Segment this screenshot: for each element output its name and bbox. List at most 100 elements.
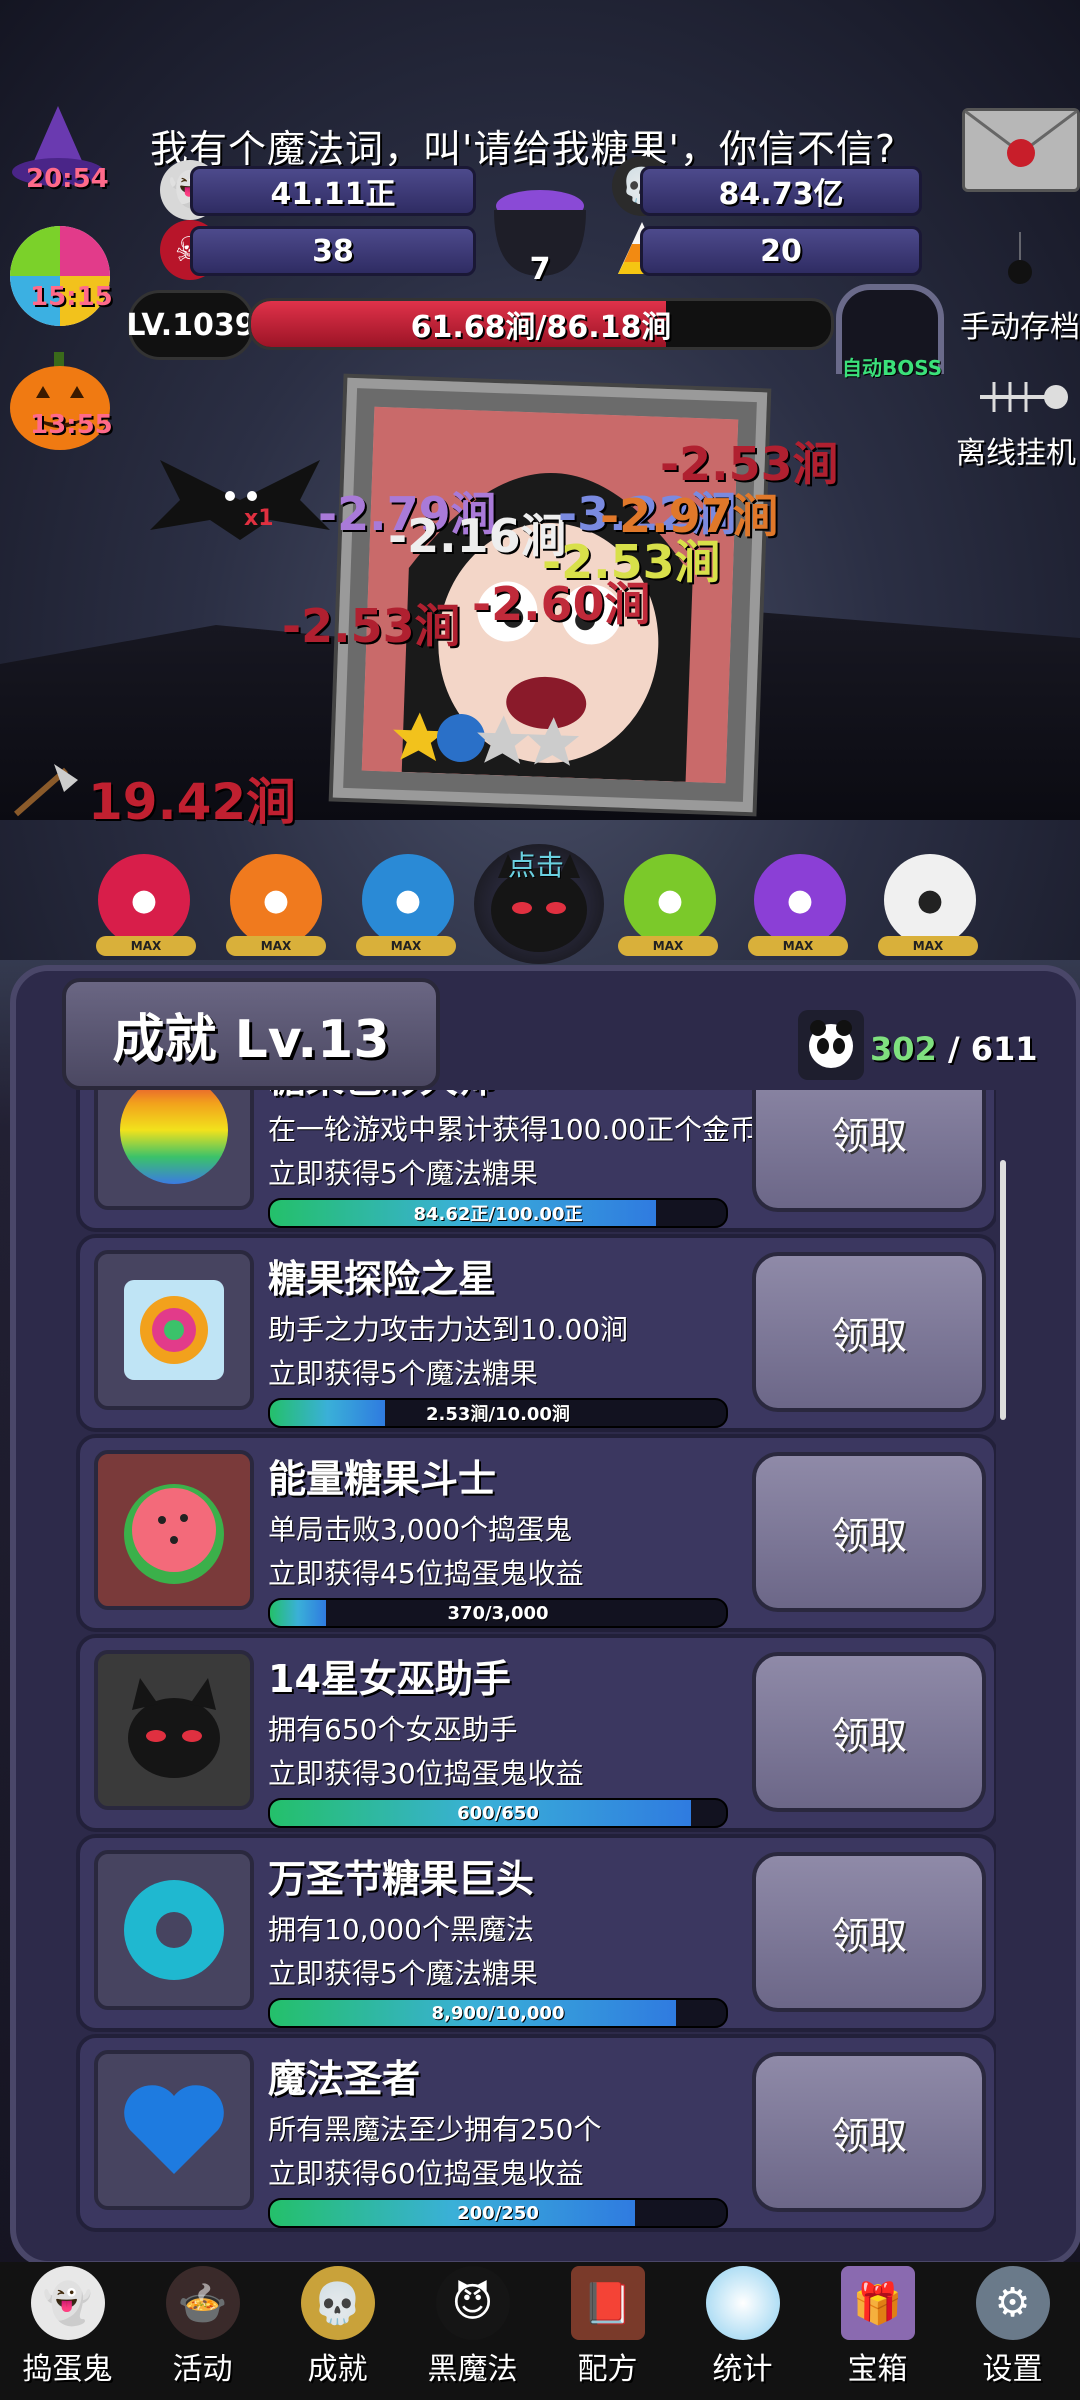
- achievement-reward: 立即获得5个魔法糖果: [268, 1957, 538, 1990]
- nav-item-black-magic[interactable]: 😈 黑魔法: [405, 2262, 540, 2400]
- claim-button[interactable]: 领取: [752, 2052, 986, 2212]
- achievement-card: 14星女巫助手 拥有650个女巫助手 立即获得30位捣蛋鬼收益 600/650 …: [76, 1634, 996, 1832]
- achievement-progress-text: 84.62正/100.00正: [413, 1204, 583, 1225]
- achievement-card: 万圣节糖果巨头 拥有10,000个黑魔法 立即获得5个魔法糖果 8,900/10…: [76, 1834, 996, 2032]
- achievement-panel-title: 成就 Lv.13: [62, 978, 440, 1090]
- achievement-list[interactable]: 糖果色彩大师 在一轮游戏中累计获得100.00正个金币 立即获得5个魔法糖果 8…: [76, 1090, 996, 2238]
- claim-button[interactable]: 领取: [752, 1852, 986, 2012]
- achievement-progress-text: 2.53涧/10.00涧: [426, 1404, 570, 1425]
- achievement-progress-bar: 8,900/10,000: [268, 1998, 728, 2028]
- big-damage-number: 19.42涧: [88, 773, 297, 831]
- achievement-reward: 立即获得45位捣蛋鬼收益: [268, 1557, 584, 1590]
- achievements-separator: /: [947, 1030, 960, 1068]
- bat-helper[interactable]: x1: [140, 440, 340, 560]
- mail-envelope[interactable]: [962, 108, 1080, 192]
- manual-save-button[interactable]: 手动存档: [960, 302, 1080, 346]
- skull-candy-value: 38: [190, 226, 476, 276]
- achievement-progress-text: 600/650: [457, 1802, 539, 1824]
- red-skull-candy-icon: ●: [98, 854, 190, 946]
- witch-hat-item[interactable]: 20:54: [8, 100, 109, 200]
- damage-number: -2.16涧: [388, 509, 567, 563]
- ghost-icon: 👻: [30, 2266, 105, 2340]
- candy-slot-1[interactable]: ●: [98, 854, 190, 946]
- candy-slot-2[interactable]: ●: [230, 854, 322, 946]
- nav-label: 设置: [982, 2352, 1043, 2387]
- purple-candy-icon: ●: [754, 854, 846, 946]
- green-candy-icon: ●: [624, 854, 716, 946]
- cauldron-counter[interactable]: 7: [480, 176, 600, 287]
- achievement-title: 糖果探险之星: [268, 1257, 497, 1301]
- achievement-progress-text: 8,900/10,000: [431, 2002, 565, 2024]
- achievement-reward: 立即获得60位捣蛋鬼收益: [268, 2157, 584, 2190]
- achievement-progress-bar: 200/250: [268, 2198, 728, 2228]
- achievement-description: 在一轮游戏中累计获得100.00正个金币: [268, 1113, 758, 1146]
- axe-icon: [6, 760, 82, 820]
- achievement-title: 能量糖果斗士: [268, 1457, 497, 1501]
- achievement-description: 拥有650个女巫助手: [268, 1713, 518, 1746]
- black-cat-icon: [94, 1650, 254, 1810]
- nav-label: 活动: [172, 2352, 233, 2387]
- player-level-badge: LV.1039: [126, 290, 256, 360]
- claim-button[interactable]: 领取: [752, 1090, 986, 1212]
- achievement-title: 14星女巫助手: [268, 1657, 511, 1701]
- click-label: 点击: [508, 849, 565, 882]
- nav-label: 宝箱: [847, 2352, 908, 2387]
- achievement-reward: 立即获得5个魔法糖果: [268, 1157, 538, 1190]
- damage-number: -2.53涧: [282, 599, 461, 653]
- achievement-reward: 立即获得30位捣蛋鬼收益: [268, 1757, 584, 1790]
- achievement-progress-text: 370/3,000: [447, 1602, 549, 1624]
- achievement-description: 助手之力攻击力达到10.00涧: [268, 1313, 629, 1346]
- witch-hat-timer: 20:54: [26, 164, 109, 194]
- lollipop-icon: [10, 226, 110, 326]
- lollipop-item[interactable]: 15:15: [6, 222, 114, 330]
- achievement-scrollbar[interactable]: [1000, 1160, 1006, 1420]
- bottom-navigation: 👻 捣蛋鬼 🍲 活动 💀 成就 😈 黑魔法 📕 配方 统计 🎁 宝箱 ⚙ 设置: [0, 2262, 1080, 2400]
- lollipop-timer: 15:15: [30, 282, 113, 312]
- offline-idle-button[interactable]: 离线挂机: [956, 428, 1076, 472]
- achievements-done: 302: [870, 1030, 937, 1068]
- crystal-ball-icon: [705, 2266, 780, 2340]
- cauldron-value: 7: [529, 252, 551, 287]
- achievement-description: 拥有10,000个黑魔法: [268, 1913, 534, 1946]
- bat-icon: [150, 460, 330, 540]
- candy-corn-value: 20: [640, 226, 922, 276]
- claim-button[interactable]: 领取: [752, 1652, 986, 1812]
- achievement-card: 能量糖果斗士 单局击败3,000个捣蛋鬼 立即获得45位捣蛋鬼收益 370/3,…: [76, 1434, 996, 1632]
- bat-multiplier: x1: [244, 506, 274, 531]
- orange-candy-icon: ●: [230, 854, 322, 946]
- achievement-progress-bar: 84.62正/100.00正: [268, 1198, 728, 1228]
- nav-item-achievements[interactable]: 💀 成就: [270, 2262, 405, 2400]
- nav-item-treasure[interactable]: 🎁 宝箱: [810, 2262, 945, 2400]
- recipe-book-icon: 📕: [570, 2266, 645, 2340]
- achievement-card: 魔法圣者 所有黑魔法至少拥有250个 立即获得60位捣蛋鬼收益 200/250 …: [76, 2034, 996, 2232]
- nav-item-recipes[interactable]: 📕 配方: [540, 2262, 675, 2400]
- claim-button[interactable]: 领取: [752, 1252, 986, 1412]
- gear-icon: ⚙: [975, 2266, 1050, 2340]
- nav-item-ghosts[interactable]: 👻 捣蛋鬼: [0, 2262, 135, 2400]
- candy-slot-3[interactable]: ●: [362, 854, 454, 946]
- fish-bone-icon: [970, 372, 1070, 422]
- heart-candy-icon: [94, 2050, 254, 2210]
- nav-item-events[interactable]: 🍲 活动: [135, 2262, 270, 2400]
- pumpkin-item[interactable]: 13:55: [6, 346, 114, 454]
- nav-label: 成就: [307, 2352, 368, 2387]
- achievement-progress-bar: 600/650: [268, 1798, 728, 1828]
- nav-item-settings[interactable]: ⚙ 设置: [945, 2262, 1080, 2400]
- achievement-progress-text: 200/250: [457, 2202, 539, 2224]
- max-tag: MAX: [96, 936, 196, 956]
- achievement-description: 单局击败3,000个捣蛋鬼: [268, 1513, 573, 1546]
- claim-button[interactable]: 领取: [752, 1452, 986, 1612]
- max-tag: MAX: [226, 936, 326, 956]
- nav-item-statistics[interactable]: 统计: [675, 2262, 810, 2400]
- achievement-description: 所有黑魔法至少拥有250个: [268, 2113, 602, 2146]
- candy-slot-6[interactable]: ●: [754, 854, 846, 946]
- nav-label: 统计: [712, 2352, 773, 2387]
- rainbow-candy-icon: [94, 1090, 254, 1210]
- watermelon-candy-icon: [94, 1450, 254, 1610]
- donut-candy-icon: [94, 1850, 254, 2010]
- candy-slot-7[interactable]: ●: [884, 854, 976, 946]
- candy-slot-5[interactable]: ●: [624, 854, 716, 946]
- gift-box-icon: 🎁: [840, 2266, 915, 2340]
- white-skull-candy-icon: ●: [884, 854, 976, 946]
- devil-click-button[interactable]: 点击: [474, 844, 604, 964]
